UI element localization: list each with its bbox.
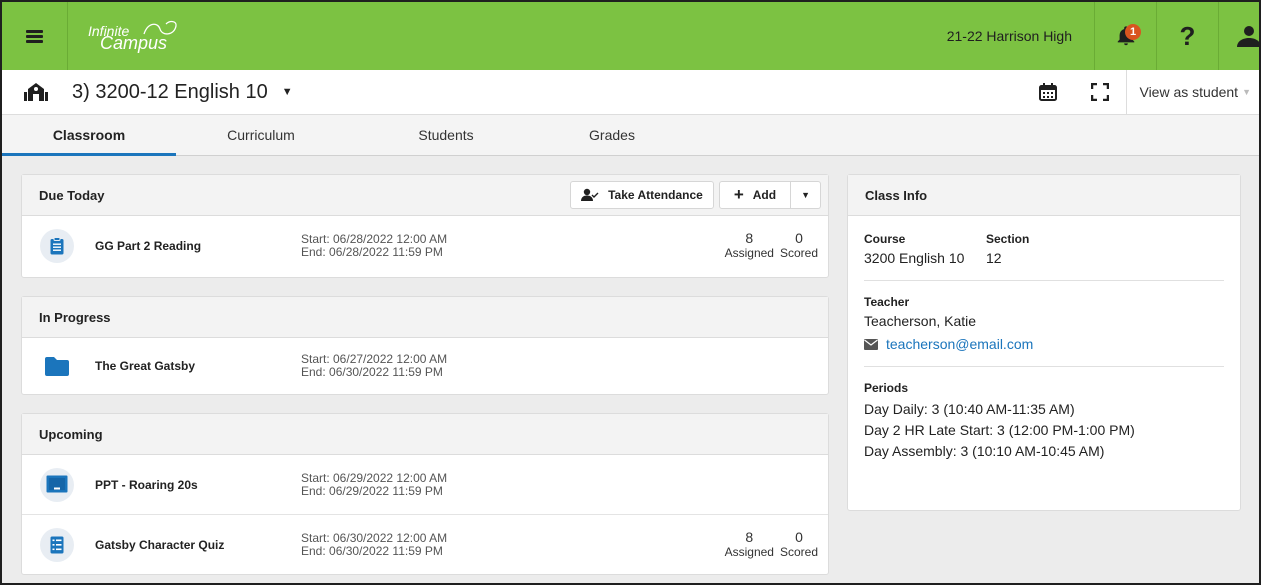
scored-count: 0	[795, 230, 803, 246]
list-item[interactable]: Gatsby Character Quiz Start: 06/30/2022 …	[22, 515, 828, 575]
course-title: 3) 3200-12 English 10	[72, 80, 268, 103]
user-check-icon	[581, 188, 599, 201]
tab-students[interactable]: Students	[346, 115, 546, 155]
course-value: 3200 English 10	[864, 250, 965, 266]
infinite-campus-logo[interactable]: Infinite Campus	[88, 16, 208, 56]
item-dates: Start: 06/29/2022 12:00 AM End: 06/29/20…	[301, 470, 448, 498]
due-today-header: Due Today Take Attendance + Add ▼	[22, 175, 828, 216]
help-button[interactable]: ?	[1157, 2, 1219, 70]
upcoming-title: Upcoming	[39, 426, 103, 442]
course-selector[interactable]: 3) 3200-12 English 10 ▼	[72, 81, 293, 104]
item-name: Gatsby Character Quiz	[95, 538, 225, 552]
calendar-button[interactable]	[1022, 70, 1074, 115]
course-label: Course	[864, 232, 906, 246]
teacher-email: teacherson@email.com	[886, 336, 1034, 352]
help-icon: ?	[1179, 20, 1196, 51]
caret-down-icon: ▼	[801, 190, 810, 200]
user-menu-button[interactable]	[1219, 2, 1259, 70]
envelope-icon	[864, 338, 878, 350]
course-header: 3) 3200-12 English 10 ▼ View as student …	[2, 69, 1259, 115]
fullscreen-button[interactable]	[1074, 70, 1126, 115]
due-today-panel: Due Today Take Attendance + Add ▼ GG Par…	[21, 174, 829, 278]
item-end: End: 06/30/2022 11:59 PM	[301, 364, 443, 379]
in-progress-title: In Progress	[39, 309, 111, 325]
view-as-selector[interactable]: View as student ▼	[1126, 69, 1259, 115]
item-start: Start: 06/27/2022 12:00 AM	[301, 351, 448, 366]
item-dates: Start: 06/28/2022 12:00 AM End: 06/28/20…	[301, 233, 447, 259]
school-building-icon	[24, 82, 54, 102]
list-item[interactable]: The Great Gatsby Start: 06/27/2022 12:00…	[22, 338, 828, 393]
class-info-title: Class Info	[865, 187, 928, 203]
scored-label: Scored	[779, 246, 818, 260]
view-as-label: View as student	[1139, 84, 1239, 100]
period-item: Day Assembly: 3 (10:10 AM-10:45 AM)	[864, 443, 1105, 459]
tab-curriculum[interactable]: Curriculum	[176, 115, 346, 155]
scored-label: Scored	[779, 545, 818, 559]
item-name: The Great Gatsby	[95, 358, 196, 373]
class-info-panel: Class Info Course 3200 English 10 Sectio…	[847, 174, 1241, 511]
quiz-icon	[40, 528, 74, 562]
teacher-email-link[interactable]: teacherson@email.com	[864, 336, 1224, 352]
notification-badge: 1	[1125, 24, 1141, 40]
take-attendance-label: Take Attendance	[608, 188, 703, 202]
menu-button[interactable]	[2, 2, 68, 70]
top-bar: Infinite Campus 21-22 Harrison High 1 ?	[2, 2, 1259, 70]
caret-down-icon: ▼	[281, 86, 293, 98]
upcoming-panel: Upcoming PPT - Roaring 20s Start: 06/29/…	[21, 413, 829, 575]
in-progress-panel: In Progress The Great Gatsby Start: 06/2…	[21, 296, 829, 395]
list-item[interactable]: GG Part 2 Reading Start: 06/28/2022 12:0…	[22, 216, 828, 276]
teacher-label: Teacher	[864, 295, 910, 309]
tab-classroom[interactable]: Classroom	[2, 115, 176, 156]
periods-info: Periods Day Daily: 3 (10:40 AM-11:35 AM)…	[864, 381, 1224, 476]
tab-bar: Classroom Curriculum Students Grades	[2, 115, 1259, 156]
item-dates: Start: 06/30/2022 12:00 AM End: 06/30/20…	[301, 532, 447, 558]
add-button[interactable]: + Add	[718, 181, 792, 209]
item-dates: Start: 06/27/2022 12:00 AM End: 06/30/20…	[301, 351, 448, 379]
item-end: End: 06/30/2022 11:59 PM	[301, 544, 443, 558]
in-progress-header: In Progress	[22, 297, 828, 338]
tab-grades[interactable]: Grades	[546, 115, 678, 155]
assigned-count: 8	[745, 230, 754, 246]
app-frame: Infinite Campus 21-22 Harrison High 1 ?	[0, 0, 1261, 585]
item-start: Start: 06/29/2022 12:00 AM	[301, 470, 448, 485]
assigned-count: 8	[745, 529, 754, 545]
course-section-info: Course 3200 English 10 Section 12	[864, 232, 1224, 281]
assigned-label: Assigned	[724, 545, 774, 559]
item-name: GG Part 2 Reading	[95, 239, 202, 253]
item-stats: 8 Assigned 0 Scored	[725, 231, 818, 261]
due-today-title: Due Today	[39, 187, 105, 203]
school-year-selector[interactable]: 21-22 Harrison High	[947, 2, 1095, 70]
clipboard-icon	[40, 229, 74, 263]
scored-count: 0	[795, 529, 803, 545]
add-dropdown-button[interactable]: ▼	[791, 181, 821, 209]
calendar-icon	[1039, 83, 1058, 101]
period-item: Day 2 HR Late Start: 3 (12:00 PM-1:00 PM…	[864, 422, 1135, 438]
infinity-swoosh-icon	[143, 20, 177, 35]
take-attendance-button[interactable]: Take Attendance	[570, 181, 714, 209]
plus-icon: +	[733, 185, 744, 204]
teacher-name: Teacherson, Katie	[864, 313, 977, 329]
notifications-button[interactable]: 1	[1095, 2, 1157, 70]
add-label: Add	[752, 188, 777, 202]
periods-label: Periods	[864, 381, 909, 395]
hamburger-icon	[26, 29, 43, 43]
item-end: End: 06/28/2022 11:59 PM	[301, 245, 443, 259]
caret-down-icon: ▼	[1242, 87, 1251, 97]
presentation-icon	[40, 467, 74, 502]
class-info-header: Class Info	[848, 175, 1240, 216]
period-item: Day Daily: 3 (10:40 AM-11:35 AM)	[864, 401, 1075, 417]
list-item[interactable]: PPT - Roaring 20s Start: 06/29/2022 12:0…	[22, 455, 828, 515]
item-stats: 8 Assigned 0 Scored	[725, 530, 818, 560]
item-name: PPT - Roaring 20s	[95, 477, 198, 492]
assigned-label: Assigned	[724, 246, 774, 260]
section-value: 12	[986, 250, 1002, 266]
upcoming-header: Upcoming	[22, 414, 828, 455]
item-end: End: 06/29/2022 11:59 PM	[301, 483, 443, 498]
add-button-group: + Add ▼	[718, 181, 821, 209]
teacher-info: Teacher Teacherson, Katie teacherson@ema…	[864, 295, 1224, 367]
user-icon	[1237, 26, 1259, 47]
section-label: Section	[986, 232, 1030, 246]
folder-icon	[40, 349, 74, 383]
fullscreen-icon	[1091, 83, 1110, 101]
